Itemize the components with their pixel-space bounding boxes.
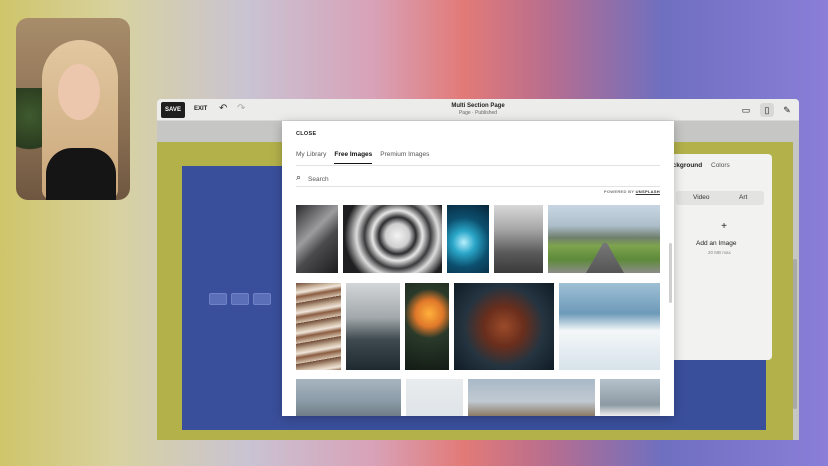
page-title: Multi Section Page [451,103,505,109]
road-graphic [586,243,624,273]
image-thumbnail[interactable] [468,379,595,416]
image-thumbnail[interactable] [405,283,449,370]
tabs-divider [296,165,660,166]
search-divider [296,186,660,187]
desktop-view-icon[interactable]: ▭ [739,103,753,117]
tab-free-images[interactable]: Free Images [334,151,373,164]
canvas-scrollbar[interactable] [793,259,797,409]
segment-art[interactable]: Art [739,194,747,201]
presenter-webcam [16,18,130,200]
image-thumbnail[interactable] [406,379,463,416]
presenter-face [58,64,100,120]
page-status: Page · Published [458,110,498,116]
mobile-view-icon[interactable]: ▯ [760,103,774,117]
placeholder-blocks [209,293,271,305]
unsplash-link[interactable]: UNSPLASH [636,189,660,194]
image-thumbnail[interactable] [296,283,341,370]
editor-toolbar: SAVE EXIT ↶ ↷ Multi Section Page Page · … [157,99,799,121]
image-thumbnail[interactable] [559,283,660,370]
image-thumbnail[interactable] [343,205,442,273]
image-thumbnail[interactable] [548,205,660,273]
add-image-icon[interactable]: + [717,220,731,234]
image-thumbnail[interactable] [296,379,401,416]
image-thumbnail[interactable] [454,283,554,370]
search-icon: ⌕ [296,172,302,182]
powered-by-prefix: POWERED BY [603,189,636,194]
presenter-body [46,148,116,200]
tab-my-library[interactable]: My Library [296,151,326,164]
image-thumbnail[interactable] [600,379,660,416]
close-button[interactable]: CLOSE [296,131,316,137]
add-image-label[interactable]: Add an Image [696,240,768,247]
image-thumbnail[interactable] [346,283,400,370]
powered-by-unsplash: POWERED BY UNSPLASH [604,189,660,194]
add-image-size-limit: 20 MB max [708,250,731,255]
tab-colors[interactable]: Colors [711,162,730,169]
segment-video[interactable]: Video [693,194,710,201]
placeholder-block [209,293,227,305]
placeholder-block [253,293,271,305]
tab-premium-images[interactable]: Premium Images [380,151,429,164]
modal-scrollbar[interactable] [669,243,672,303]
image-picker-modal: CLOSE My Library Free Images Premium Ima… [282,121,674,416]
design-brush-icon[interactable]: ✎ [780,103,794,117]
search-input[interactable] [308,173,658,185]
image-thumbnail[interactable] [494,205,543,273]
image-thumbnail[interactable] [447,205,489,273]
media-type-segmented-control [676,191,764,205]
image-thumbnail[interactable] [296,205,338,273]
placeholder-block [231,293,249,305]
image-source-tabs: My Library Free Images Premium Images [296,151,429,164]
